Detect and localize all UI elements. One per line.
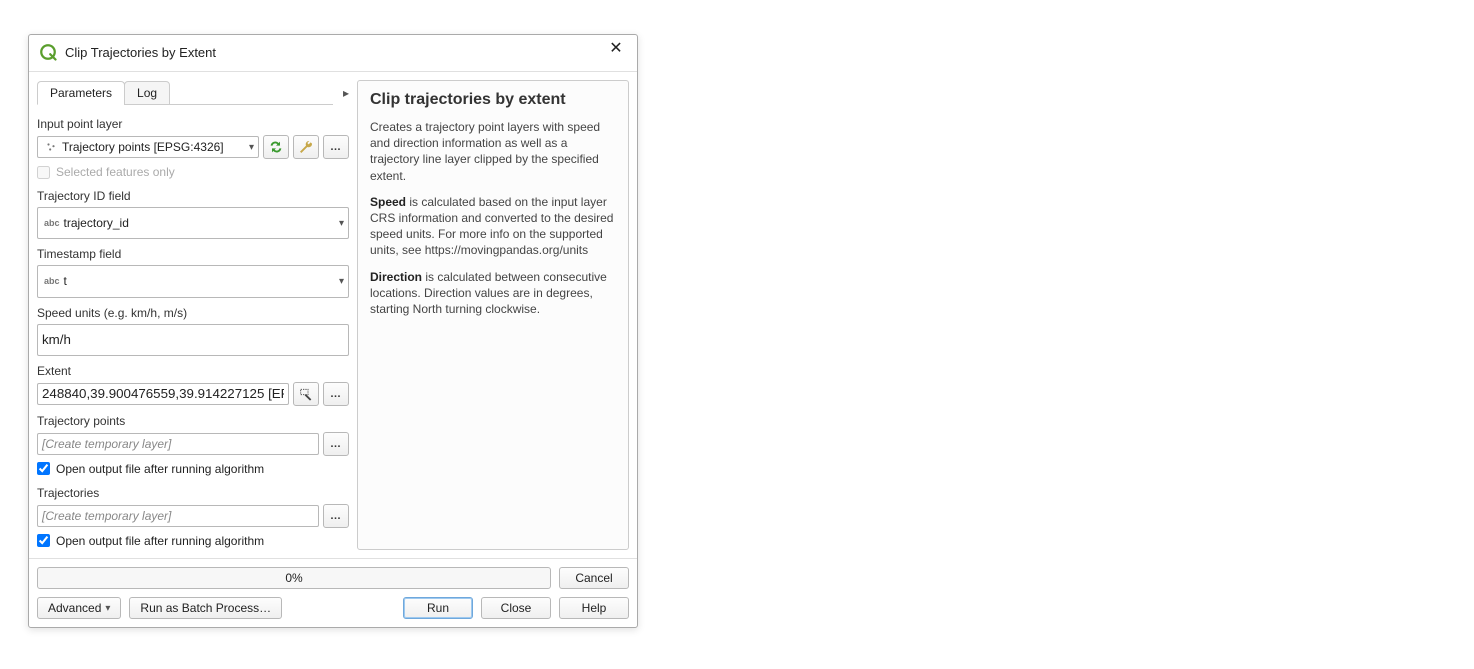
chevron-down-icon: ▾	[105, 603, 110, 614]
browse-input-button[interactable]: …	[323, 135, 349, 159]
help-dir-b: Direction	[370, 270, 422, 284]
help-title: Clip trajectories by extent	[370, 91, 616, 109]
help-button[interactable]: Help	[559, 597, 629, 619]
output-lines-placeholder: [Create temporary layer]	[42, 509, 171, 523]
input-layer-value: Trajectory points [EPSG:4326]	[62, 140, 224, 154]
wrench-button[interactable]	[293, 135, 319, 159]
traj-diag	[1200, 90, 1328, 312]
iterate-button[interactable]	[263, 135, 289, 159]
output-points-input[interactable]: [Create temporary layer]	[37, 433, 319, 455]
open-output-lines-input[interactable]	[37, 534, 50, 547]
text-field-icon: abc	[44, 218, 60, 228]
help-p3: Direction is calculated between consecut…	[370, 269, 616, 318]
selected-features-label: Selected features only	[56, 165, 175, 179]
help-panel: Clip trajectories by extent Creates a tr…	[357, 80, 629, 550]
help-speed-b: Speed	[370, 195, 406, 209]
bg-track	[726, 0, 1474, 592]
tab-log[interactable]: Log	[124, 81, 170, 105]
open-output-points-checkbox[interactable]: Open output file after running algorithm	[37, 462, 349, 476]
chevron-down-icon: ▾	[339, 276, 344, 287]
draw-extent-button[interactable]	[293, 382, 319, 406]
point-layer-icon	[44, 142, 58, 152]
parameters-panel: Input point layer Trajectory points [EPS…	[37, 105, 349, 550]
progress-text: 0%	[285, 571, 302, 585]
selected-features-checkbox: Selected features only	[37, 165, 349, 179]
output-lines-input[interactable]: [Create temporary layer]	[37, 505, 319, 527]
advanced-button[interactable]: Advanced▾	[37, 597, 121, 619]
ellipsis-icon: …	[330, 388, 342, 400]
open-output-lines-label: Open output file after running algorithm	[56, 534, 264, 548]
traj-seg-3	[1208, 320, 1216, 472]
run-button[interactable]: Run	[403, 597, 473, 619]
chevron-down-icon: ▾	[249, 142, 254, 153]
open-output-points-input[interactable]	[37, 462, 50, 475]
tab-bar: Parameters Log	[37, 80, 333, 105]
timestamp-label: Timestamp field	[37, 247, 349, 261]
timestamp-value: t	[64, 274, 67, 288]
close-button[interactable]: Close	[481, 597, 551, 619]
dialog-bottom: 0% Cancel Advanced▾ Run as Batch Process…	[29, 558, 637, 627]
node-2	[1203, 472, 1213, 482]
ellipsis-icon: …	[330, 438, 342, 450]
arrowhead-2	[1190, 90, 1212, 108]
help-p1: Creates a trajectory point layers with s…	[370, 119, 616, 184]
input-layer-combo[interactable]: Trajectory points [EPSG:4326] ▾	[37, 136, 259, 158]
output-lines-label: Trajectories	[37, 486, 349, 500]
traj-id-combo[interactable]: abc trajectory_id ▾	[37, 207, 349, 239]
collapse-help-icon[interactable]: ▸	[333, 86, 349, 100]
close-icon[interactable]: ✕	[605, 41, 627, 63]
open-output-lines-checkbox[interactable]: Open output file after running algorithm	[37, 534, 349, 548]
extent-label: Extent	[37, 364, 349, 378]
speed-units-label: Speed units (e.g. km/h, m/s)	[37, 306, 349, 320]
cancel-button[interactable]: Cancel	[559, 567, 629, 589]
output-lines-browse[interactable]: …	[323, 504, 349, 528]
output-points-placeholder: [Create temporary layer]	[42, 437, 171, 451]
ellipsis-icon: …	[330, 510, 342, 522]
speed-units-input[interactable]	[37, 324, 349, 356]
extent-rect	[680, 82, 1330, 477]
titlebar: Clip Trajectories by Extent ✕	[29, 35, 637, 72]
timestamp-combo[interactable]: abc t ▾	[37, 265, 349, 297]
node-1	[1323, 307, 1333, 317]
traj-id-value: trajectory_id	[64, 216, 129, 230]
text-field-icon: abc	[44, 276, 60, 286]
traj-seg-2	[728, 318, 1220, 325]
extent-input[interactable]	[37, 383, 289, 405]
progress-bar: 0%	[37, 567, 551, 589]
traj-seg-1b	[730, 92, 760, 320]
bg-diag	[1200, 0, 1474, 630]
open-output-points-label: Open output file after running algorithm	[56, 462, 264, 476]
traj-seg-1	[726, 88, 772, 325]
extent-options-button[interactable]: …	[323, 382, 349, 406]
dialog-title: Clip Trajectories by Extent	[65, 45, 605, 60]
selected-features-input	[37, 166, 50, 179]
qgis-logo-icon	[39, 43, 57, 61]
help-p2: Speed is calculated based on the input l…	[370, 194, 616, 259]
output-points-browse[interactable]: …	[323, 432, 349, 456]
algorithm-dialog: Clip Trajectories by Extent ✕ Parameters…	[28, 34, 638, 628]
output-points-label: Trajectory points	[37, 414, 349, 428]
arrowhead-1	[760, 88, 784, 106]
batch-button[interactable]: Run as Batch Process…	[129, 597, 282, 619]
help-speed-txt: is calculated based on the input layer C…	[370, 195, 613, 258]
tab-parameters[interactable]: Parameters	[37, 81, 125, 105]
ellipsis-icon: …	[330, 141, 342, 153]
traj-loop	[1220, 270, 1266, 318]
traj-id-label: Trajectory ID field	[37, 189, 349, 203]
chevron-down-icon: ▾	[339, 218, 344, 229]
input-layer-label: Input point layer	[37, 117, 349, 131]
